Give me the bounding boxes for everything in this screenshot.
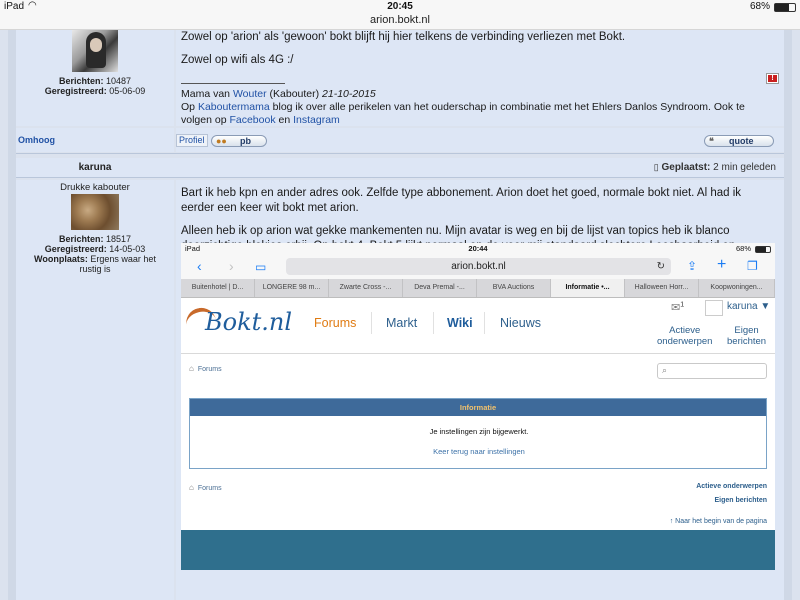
post-icon: ▯	[653, 162, 659, 172]
screenshot-status-bar: iPad 20:44 68%	[181, 243, 775, 255]
quote-icon: ❝	[709, 136, 714, 146]
info-box: Informatie Je instellingen zijn bijgewer…	[189, 398, 767, 469]
post2-paragraph-1: Bart ik heb kpn en ander adres ook. Zelf…	[181, 187, 742, 214]
battery-icon	[755, 246, 771, 253]
screenshot-url: arion.bokt.nl ↻	[286, 258, 671, 275]
search-field: ⌕	[657, 363, 767, 379]
nav-markt: Markt	[386, 316, 418, 330]
messages-icon: ✉1	[671, 301, 685, 314]
forward-icon: ›	[229, 258, 234, 274]
back-to-top-link: ↑ Naar het begin van de pagina	[669, 518, 767, 525]
own-posts-link: Eigen berichten	[727, 325, 767, 347]
address-bar[interactable]: arion.bokt.nl	[0, 14, 800, 30]
tabs-icon: ❐	[747, 259, 758, 273]
users-icon: ●●	[216, 136, 227, 146]
post1-user-info: Berichten: 10487 Geregistreerd: 05-06-09	[44, 76, 146, 96]
post2-timestamp: ▯ Geplaatst: 2 min geleden	[653, 162, 776, 173]
search-icon: ⌕	[662, 365, 668, 375]
profiel-button[interactable]: Profiel	[176, 134, 208, 147]
report-button[interactable]: !	[766, 73, 779, 84]
post1-action-right	[176, 128, 784, 152]
status-bar: iPad ◠ 20:45 68%	[0, 0, 800, 14]
own-posts-link-bottom: Eigen berichten	[714, 497, 767, 504]
signature-divider	[181, 83, 285, 84]
nav-nieuws: Nieuws	[500, 316, 541, 330]
bookmarks-icon: ▭	[255, 260, 267, 274]
avatar[interactable]	[72, 30, 118, 72]
status-time: 20:45	[387, 1, 413, 12]
reload-icon: ↻	[656, 261, 665, 272]
screenshot-tab-bar: Buitenhotel | D... LONGERE 98 m... Zwart…	[181, 279, 775, 298]
post1-text-1: Zowel op 'arion' als 'gewoon' bokt blijf…	[181, 31, 626, 43]
screenshot-content: ⌂ Forums ⌕ Informatie Je instellingen zij…	[181, 355, 775, 530]
back-icon: ‹	[197, 258, 202, 274]
battery-percent: 68%	[749, 1, 770, 12]
attached-screenshot[interactable]: iPad 20:44 68% ‹ › ▭ arion.bokt.nl ↻ ⇪ + …	[181, 243, 775, 570]
post2-author-column: Drukke kabouter Berichten: 18517 Geregis…	[16, 180, 174, 600]
omhoog-link[interactable]: Omhoog	[18, 135, 55, 145]
post2-user-info: Berichten: 18517 Geregistreerd: 14-05-03…	[34, 234, 156, 274]
active-topics-link-bottom: Actieve onderwerpen	[696, 483, 767, 490]
screenshot-safari-toolbar: ‹ › ▭ arion.bokt.nl ↻ ⇪ + ❐	[181, 255, 775, 279]
share-icon: ⇪	[687, 259, 698, 273]
user-menu: karuna ▼	[727, 301, 771, 312]
new-tab-icon: +	[717, 256, 727, 273]
post1-body: Zowel op 'arion' als 'gewoon' bokt blijf…	[176, 30, 784, 126]
nav-wiki: Wiki	[447, 316, 473, 330]
screenshot-site-header: Bokt.nl Forums Markt Wiki Nieuws ✉1 karu…	[181, 298, 775, 354]
link-kaboutermama[interactable]: Kaboutermama	[198, 101, 270, 113]
nav-forums: Forums	[314, 316, 357, 330]
home-icon: ⌂	[189, 364, 194, 373]
battery-icon	[774, 3, 796, 12]
breadcrumb: ⌂ Forums	[189, 364, 222, 373]
link-instagram[interactable]: Instagram	[293, 114, 340, 126]
post1-action-left: Omhoog	[16, 128, 174, 152]
quote-button[interactable]: ❝ quote	[704, 135, 774, 147]
avatar[interactable]	[71, 194, 119, 230]
screenshot-footer	[181, 530, 775, 570]
active-topics-link: Actieve onderwerpen	[657, 325, 713, 347]
link-wouter[interactable]: Wouter	[233, 88, 267, 100]
user-avatar-box	[705, 300, 723, 316]
post1-author-column: Berichten: 10487 Geregistreerd: 05-06-09	[16, 30, 174, 126]
link-facebook[interactable]: Facebook	[229, 114, 275, 126]
bokt-logo: Bokt.nl	[183, 305, 292, 340]
post2-username[interactable]: karuna	[16, 162, 174, 173]
pb-button[interactable]: ●● pb	[211, 135, 267, 147]
post1-text-2: Zowel op wifi als 4G :/	[181, 54, 294, 66]
home-icon: ⌂	[189, 483, 194, 492]
post2-header: karuna ▯ Geplaatst: 2 min geleden	[16, 158, 784, 178]
signature: Mama van Wouter (Kabouter) 21-10-2015 Op…	[181, 88, 745, 126]
user-rank: Drukke kabouter	[60, 182, 130, 193]
report-icon: !	[768, 75, 777, 82]
